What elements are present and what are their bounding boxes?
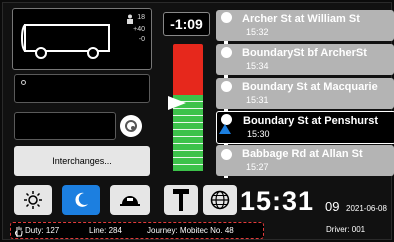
stop-node — [221, 47, 232, 58]
bus-overview-panel[interactable]: 18 +40 -0 — [12, 8, 152, 70]
input-panel[interactable] — [14, 112, 116, 140]
bus-position-marker-icon — [219, 124, 231, 134]
stop-time: 15:34 — [246, 61, 269, 71]
duty-text: Duty: 127 — [25, 226, 60, 235]
line-text: Line: 284 — [89, 226, 122, 235]
stop-time: 15:30 — [247, 129, 270, 139]
stop-node — [221, 149, 232, 160]
clock-date: 2021-06-08 — [346, 204, 387, 213]
position-arrow-icon — [168, 96, 186, 110]
stop-item[interactable]: Boundary St at Macquarie 15:31 — [216, 78, 394, 109]
stop-time: 15:32 — [246, 27, 269, 37]
bus-icon — [21, 24, 110, 59]
message-panel[interactable] — [14, 74, 150, 103]
stop-item[interactable]: Archer St at William St 15:32 — [216, 10, 394, 41]
driver-text: Driver: 001 — [326, 225, 366, 234]
stop-item[interactable]: BoundarySt bf ArcherSt 15:34 — [216, 44, 394, 75]
status-bar: Duty: 127 Line: 284 Journey: Mobitec No.… — [10, 222, 264, 239]
bus-count-bot: -0 — [138, 36, 145, 43]
dome-light-icon — [120, 196, 140, 206]
pin-icon — [173, 189, 189, 211]
journey-text: Journey: Mobitec No. 48 — [147, 226, 234, 235]
hand-icon — [15, 226, 23, 237]
stop-list: Archer St at William St 15:32 BoundarySt… — [216, 8, 394, 178]
globe-icon — [210, 190, 230, 210]
day-mode-button[interactable] — [14, 185, 52, 215]
stop-item[interactable]: Babbage Rd at Allan St 15:27 — [216, 145, 394, 176]
bus-count-mid: +40 — [133, 26, 145, 33]
bus-count-top: 18 — [137, 14, 145, 21]
indicator-dot — [21, 80, 26, 85]
stop-name: Boundary St at Macquarie — [242, 81, 378, 93]
stop-name: Babbage Rd at Allan St — [242, 148, 363, 160]
moon-icon — [75, 192, 88, 207]
interchanges-button[interactable]: Interchanges... — [14, 146, 150, 176]
language-button[interactable] — [203, 185, 237, 215]
clock-time: 15:31 — [240, 186, 315, 216]
night-mode-button[interactable] — [62, 185, 100, 215]
interior-light-button[interactable] — [110, 185, 150, 215]
clock-seconds: 09 — [325, 199, 340, 214]
stop-node — [221, 81, 232, 92]
late-zone — [173, 47, 203, 95]
sun-icon — [24, 191, 42, 209]
schedule-delay: -1:09 — [163, 12, 210, 36]
stop-name: BoundarySt bf ArcherSt — [242, 47, 367, 59]
stop-request-button[interactable] — [164, 185, 198, 215]
current-stop-item[interactable]: Boundary St at Penshurst 15:30 — [216, 111, 394, 144]
stop-time: 15:27 — [246, 162, 269, 172]
stop-node — [221, 12, 232, 23]
stop-name: Boundary St at Penshurst — [243, 115, 379, 127]
stop-name: Archer St at William St — [242, 13, 360, 25]
stop-time: 15:31 — [246, 95, 269, 105]
settings-icon[interactable] — [120, 115, 142, 137]
